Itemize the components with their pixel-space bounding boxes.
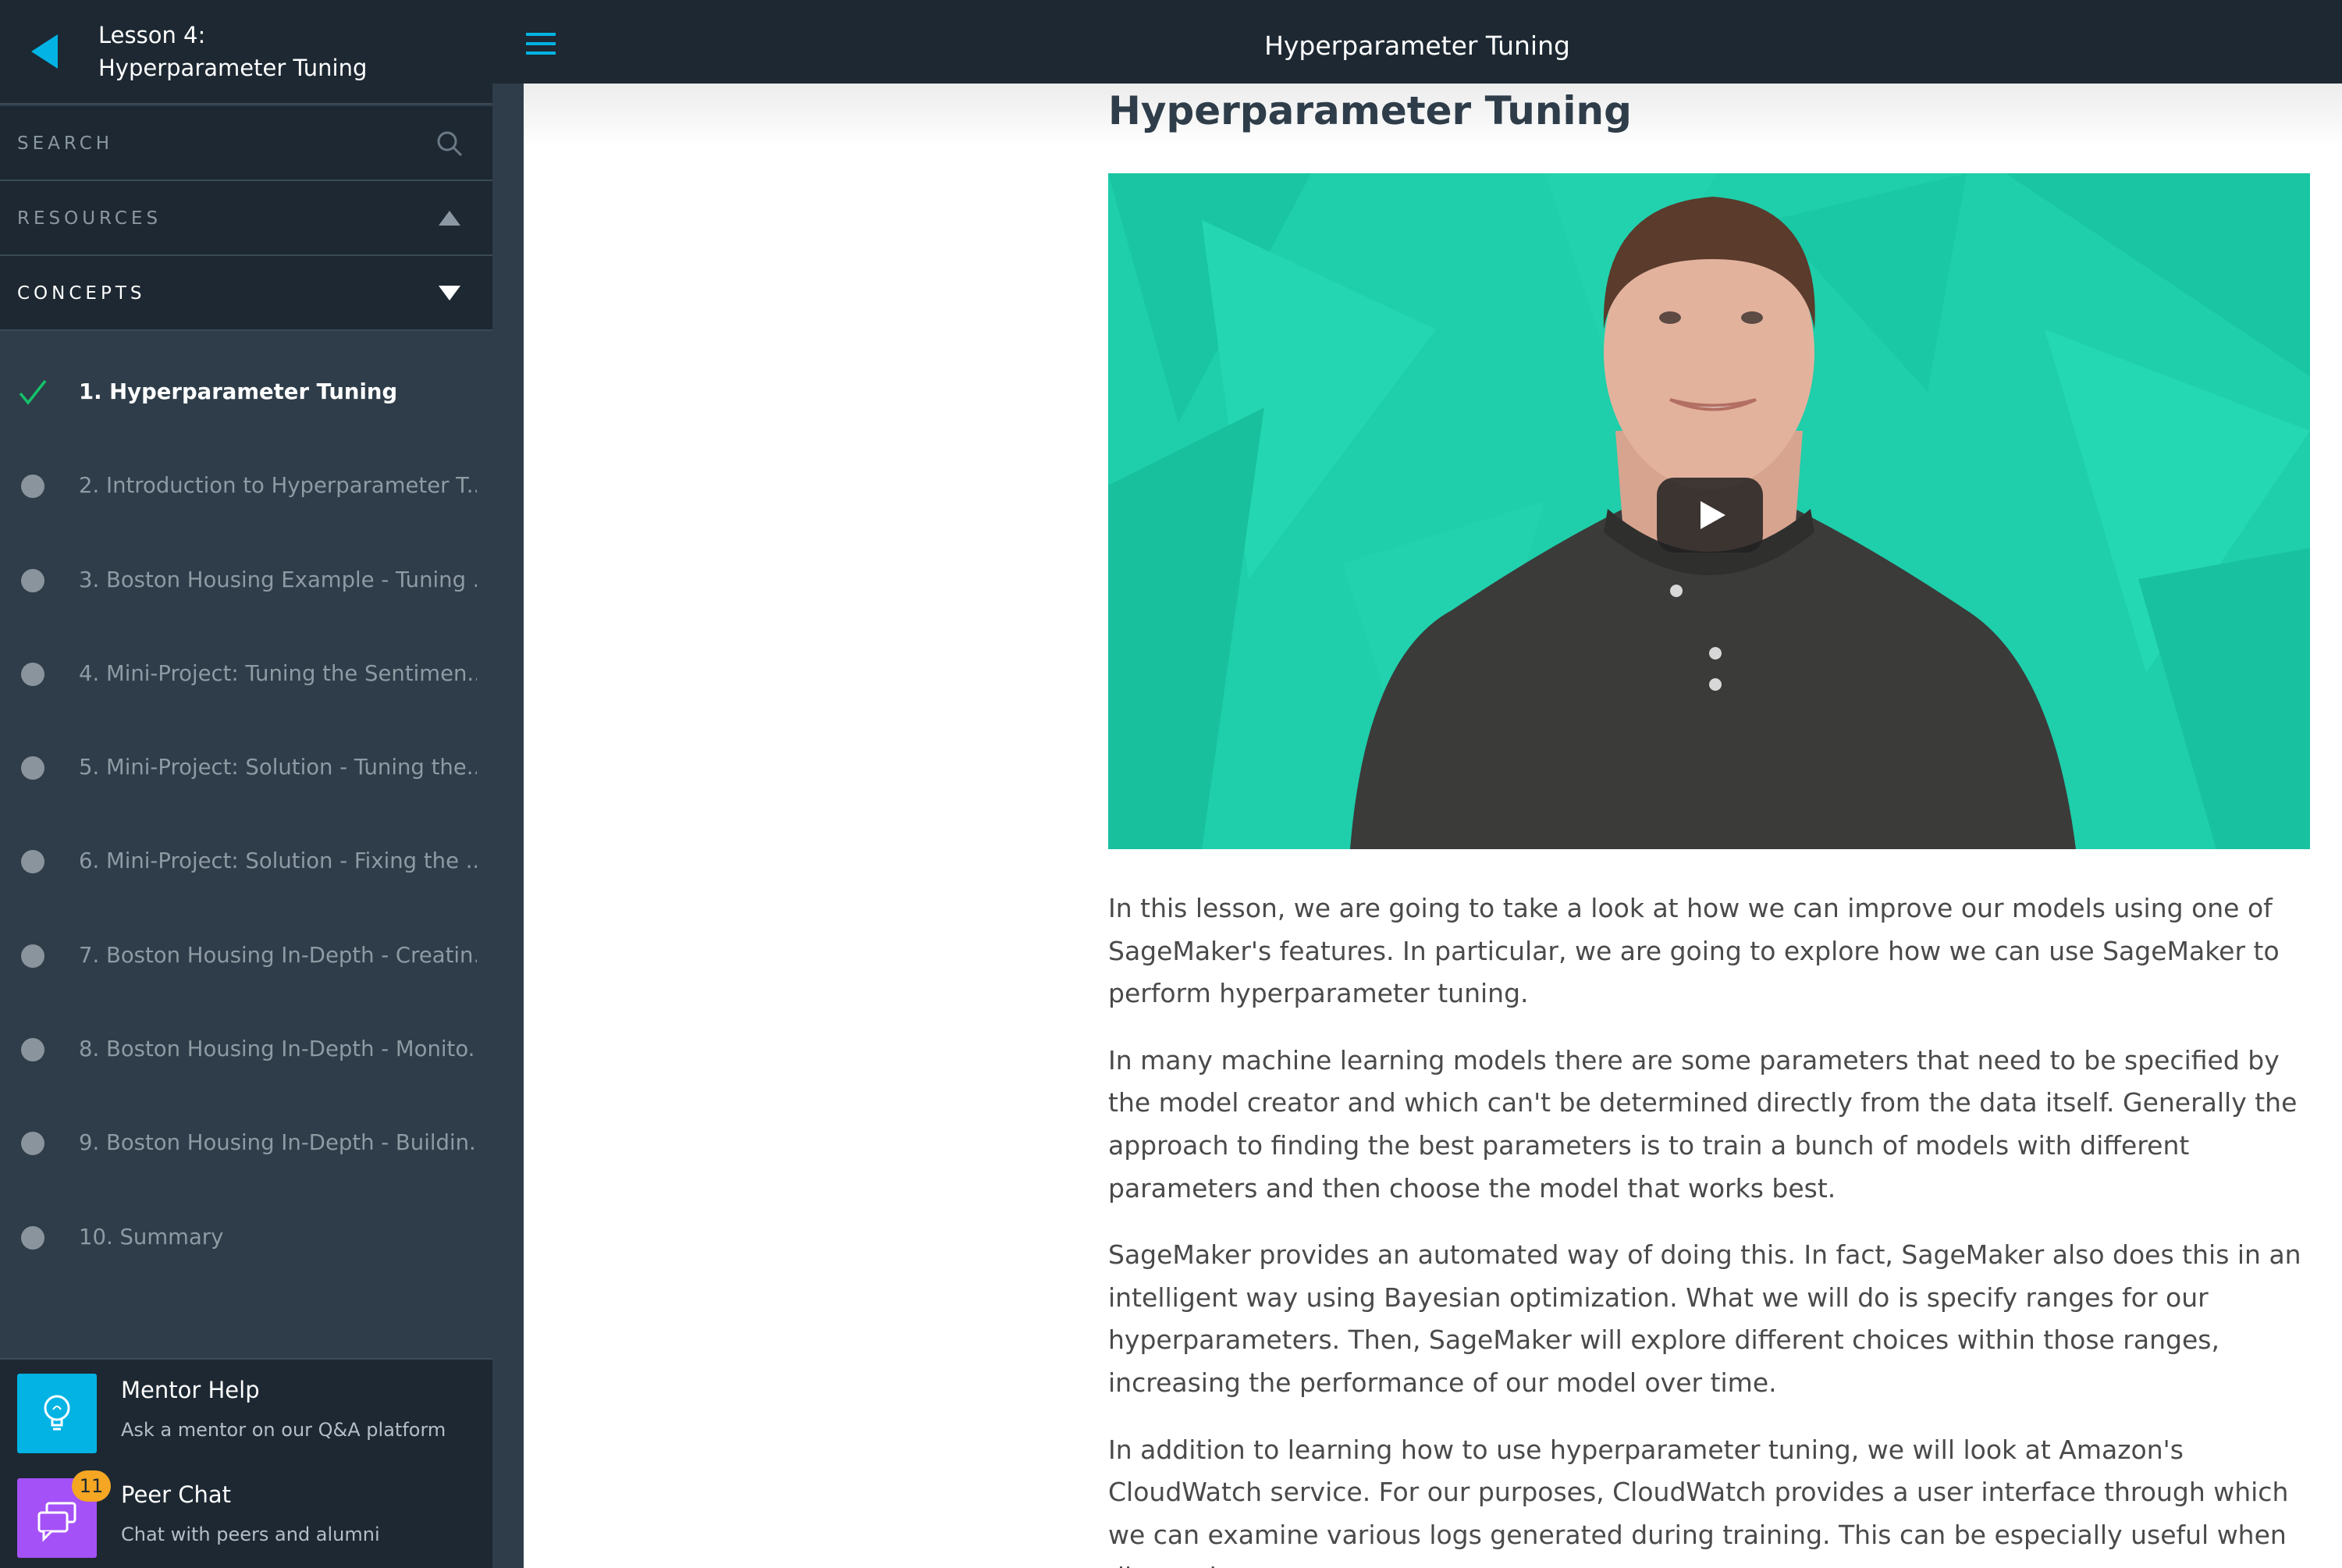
mentor-help-title: Mentor Help: [121, 1377, 260, 1403]
incomplete-dot-icon: [21, 850, 44, 874]
concept-title: Hyperparameter Tuning: [1108, 88, 1632, 133]
paragraph: In this lesson, we are going to take a l…: [1108, 893, 2280, 1009]
concept-item-1[interactable]: 1. Hyperparameter Tuning: [0, 356, 492, 450]
incomplete-dot-icon: [21, 475, 44, 499]
search-label: SEARCH: [17, 133, 114, 154]
concept-item-3[interactable]: 3. Boston Housing Example - Tuning ...: [0, 544, 492, 638]
chevron-down-icon[interactable]: [435, 279, 464, 308]
lightbulb-icon: [44, 1395, 70, 1431]
concept-item-8[interactable]: 8. Boston Housing In-Depth - Monito...: [0, 1013, 492, 1107]
mentor-help-button[interactable]: Mentor Help Ask a mentor on our Q&A plat…: [0, 1360, 492, 1453]
concept-item-6[interactable]: 6. Mini-Project: Solution - Fixing the .…: [0, 825, 492, 919]
concepts-label: CONCEPTS: [17, 283, 146, 304]
sidebar-gutter: [492, 0, 524, 1568]
incomplete-dot-icon: [21, 1132, 44, 1156]
concept-item-5[interactable]: 5. Mini-Project: Solution - Tuning the..…: [0, 731, 492, 825]
concept-label: 3. Boston Housing Example - Tuning ...: [79, 567, 477, 592]
concept-item-7[interactable]: 7. Boston Housing In-Depth - Creatin...: [0, 919, 492, 1013]
search-row[interactable]: SEARCH: [0, 106, 492, 181]
search-icon[interactable]: [435, 129, 464, 158]
resources-label: RESOURCES: [17, 208, 162, 229]
paragraph: SageMaker provides an automated way of d…: [1108, 1239, 2301, 1398]
incomplete-dot-icon: [21, 1225, 44, 1250]
incomplete-dot-icon: [21, 1038, 44, 1062]
concept-label: 7. Boston Housing In-Depth - Creatin...: [79, 942, 477, 968]
checkmark-icon: [19, 379, 47, 405]
peer-chat-button[interactable]: 11 Peer Chat Chat with peers and alumni: [0, 1464, 492, 1558]
concept-label: 1. Hyperparameter Tuning: [79, 379, 398, 404]
incomplete-dot-icon: [21, 568, 44, 592]
concept-label: 10. Summary: [79, 1224, 224, 1250]
play-icon: [1701, 501, 1725, 529]
concept-label: 8. Boston Housing In-Depth - Monito...: [79, 1036, 477, 1062]
lesson-title: Lesson 4: Hyperparameter Tuning: [98, 19, 367, 84]
mentor-icon-box: [17, 1374, 97, 1453]
lesson-number: Lesson 4:: [98, 22, 206, 48]
peer-chat-title: Peer Chat: [121, 1481, 232, 1508]
lesson-header: Lesson 4: Hyperparameter Tuning: [0, 0, 492, 105]
help-panel: Mentor Help Ask a mentor on our Q&A plat…: [0, 1358, 492, 1568]
concept-item-10[interactable]: 10. Summary: [0, 1201, 492, 1295]
concept-label: 9. Boston Housing In-Depth - Buildin...: [79, 1130, 477, 1156]
paragraph: In addition to learning how to use hyper…: [1108, 1434, 2289, 1568]
concept-label: 2. Introduction to Hyperparameter T...: [79, 473, 477, 499]
lesson-name: Hyperparameter Tuning: [98, 55, 368, 81]
video-player[interactable]: [1108, 173, 2310, 849]
incomplete-dot-icon: [21, 944, 44, 968]
unread-count-badge: 11: [72, 1470, 111, 1502]
incomplete-dot-icon: [21, 756, 44, 780]
incomplete-dot-icon: [21, 662, 44, 686]
concept-label: 4. Mini-Project: Tuning the Sentimen...: [79, 660, 477, 686]
lesson-text: In this lesson, we are going to take a l…: [1108, 887, 2310, 1568]
concepts-row[interactable]: CONCEPTS: [0, 256, 492, 331]
concept-item-9[interactable]: 9. Boston Housing In-Depth - Buildin...: [0, 1107, 492, 1200]
concept-list: 1. Hyperparameter Tuning 2. Introduction…: [0, 356, 492, 1295]
resources-row[interactable]: RESOURCES: [0, 181, 492, 256]
concept-item-4[interactable]: 4. Mini-Project: Tuning the Sentimen...: [0, 638, 492, 731]
peer-chat-subtitle: Chat with peers and alumni: [121, 1524, 380, 1545]
page-heading: Hyperparameter Tuning: [1264, 30, 1570, 61]
concept-label: 5. Mini-Project: Solution - Tuning the..…: [79, 755, 477, 780]
sidebar: Lesson 4: Hyperparameter Tuning SEARCH R…: [0, 0, 492, 1568]
top-bar: Hyperparameter Tuning: [492, 0, 2342, 84]
mentor-help-subtitle: Ask a mentor on our Q&A platform: [121, 1419, 446, 1441]
concept-label: 6. Mini-Project: Solution - Fixing the .…: [79, 848, 477, 874]
play-button[interactable]: [1657, 478, 1763, 553]
concept-item-2[interactable]: 2. Introduction to Hyperparameter T...: [0, 450, 492, 543]
paragraph: In many machine learning models there ar…: [1108, 1044, 2298, 1204]
back-arrow-icon[interactable]: [30, 33, 61, 70]
chevron-up-icon[interactable]: [435, 204, 464, 233]
